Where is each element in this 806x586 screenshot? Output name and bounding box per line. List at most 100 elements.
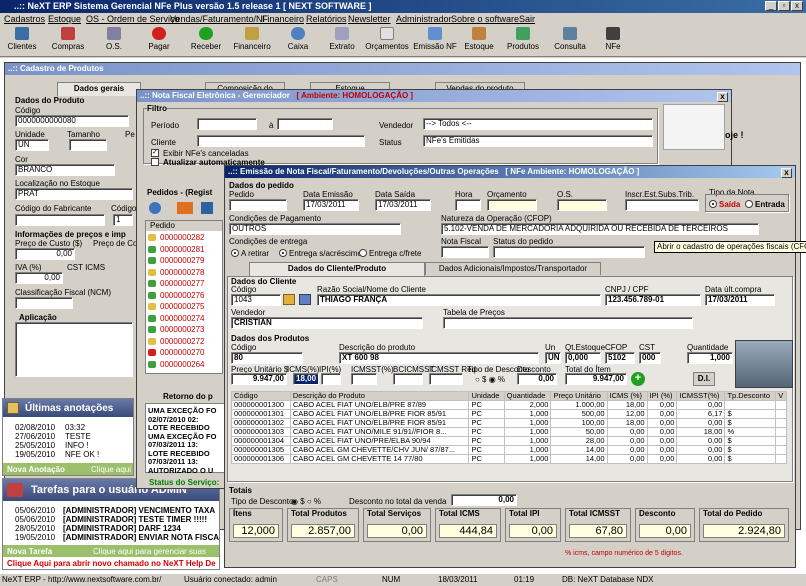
cond-pag-select[interactable]: OUTROS <box>229 223 401 235</box>
icmsst-red-input[interactable] <box>429 373 463 385</box>
menu-estoque[interactable]: Estoque <box>48 13 81 25</box>
menu-financeiro[interactable]: Financeiro <box>262 13 304 25</box>
aplicacao-text[interactable] <box>15 322 133 377</box>
entrega-radio-2[interactable] <box>359 249 367 257</box>
add-item-icon[interactable]: + <box>631 372 645 386</box>
toolbar-consulta[interactable]: Consulta <box>550 27 590 55</box>
quantidade-input[interactable]: 1,000 <box>687 352 733 364</box>
desconto-input[interactable]: 0,00 <box>517 373 557 385</box>
table-row[interactable]: 000000001301 CABO ACEL FIAT UNO/ELB/PRE F… <box>231 409 787 419</box>
un-input[interactable]: UN <box>545 352 561 364</box>
tab-cliente-produto[interactable]: Dados do Cliente/Produto <box>249 262 425 276</box>
entrega-radio-1[interactable] <box>279 249 287 257</box>
cst-input[interactable]: 000 <box>639 352 661 364</box>
icms-input[interactable]: 18,00 <box>293 373 319 385</box>
pedido-row[interactable]: 0000000273 <box>146 324 222 335</box>
toolbar-os[interactable]: O.S. <box>96 27 132 55</box>
data-saida-input[interactable]: 17/03/2011 <box>375 199 431 211</box>
help-link[interactable]: Clique Aqui para abrir novo chamado no N… <box>7 559 216 568</box>
save-icon[interactable] <box>201 202 213 214</box>
toolbar-estoque[interactable]: Estoque <box>462 27 496 55</box>
nfe-manager-close[interactable]: x <box>717 92 728 102</box>
tab-adicionais[interactable]: Dados Adicionais/Impostos/Transportador <box>425 262 601 275</box>
tab-dados-gerais[interactable]: Dados gerais <box>57 82 141 96</box>
entrega-radio-0[interactable] <box>231 249 239 257</box>
grid-col-header[interactable]: V <box>775 391 787 401</box>
cnpj-input[interactable]: 123.456.789-01 <box>605 294 701 306</box>
close-button[interactable]: x <box>791 1 803 11</box>
tabela-select[interactable] <box>443 317 693 329</box>
razao-input[interactable]: THIAGO FRANÇA <box>317 294 601 306</box>
pedido-row[interactable]: 0000000279 <box>146 255 222 266</box>
cli-codigo-input[interactable]: 1043 <box>231 294 281 306</box>
grid-col-header[interactable]: Descrição do Produto <box>289 391 470 401</box>
preco-custo-input[interactable]: 0,00 <box>15 248 75 260</box>
table-row[interactable]: 000000001304 CABO ACEL FIAT UNO/PRE/ELBA … <box>231 436 787 446</box>
cfop-input[interactable]: 5102 <box>605 352 635 364</box>
grid-col-header[interactable]: IPI (%) <box>646 391 678 401</box>
pedido-row[interactable]: 0000000282 <box>146 232 222 243</box>
data-emissao-input[interactable]: 17/03/2011 <box>303 199 359 211</box>
grid-col-header[interactable]: ICMS (%) <box>606 391 648 401</box>
chk-canceladas-box[interactable]: ✓ <box>151 149 159 157</box>
cliente-input[interactable] <box>197 135 365 147</box>
orcamento-input[interactable] <box>487 199 537 211</box>
status-pedido-input[interactable] <box>493 246 645 258</box>
toolbar-pagar[interactable]: Pagar <box>140 27 178 55</box>
grid-col-header[interactable]: Preço Unitário <box>550 391 608 401</box>
iva-input[interactable]: 0,00 <box>15 272 63 284</box>
pedido-row[interactable]: 0000000278 <box>146 267 222 278</box>
total-item-input[interactable]: 9.947,00 <box>565 373 627 385</box>
unidade-select[interactable]: UN <box>15 139 49 151</box>
menu-os[interactable]: OS - Ordem de Serviço <box>86 13 180 25</box>
ult-compra-input[interactable]: 17/03/2011 <box>705 294 775 306</box>
toolbar-emissao-nf[interactable]: Emissão NF <box>412 27 458 55</box>
maximize-button[interactable]: ▫ <box>778 1 790 11</box>
toolbar-caixa[interactable]: Caixa <box>280 27 316 55</box>
toolbar-financeiro[interactable]: Financeiro <box>232 27 272 55</box>
menu-administrador[interactable]: Administrador <box>396 13 452 25</box>
search-icon[interactable] <box>149 202 161 214</box>
qtd-input[interactable]: 1 <box>113 214 133 226</box>
menu-relatorios[interactable]: Relatórios <box>306 13 347 25</box>
descricao-input[interactable]: XT 600 98 <box>339 352 539 364</box>
toolbar-produtos[interactable]: Produtos <box>504 27 542 55</box>
preco-unit-input[interactable]: 9.947,00 <box>231 373 287 385</box>
inscr-input[interactable] <box>625 199 699 211</box>
toolbar-compras[interactable]: Compras <box>48 27 88 55</box>
grid-col-header[interactable]: Código <box>231 391 291 401</box>
periodo-end[interactable] <box>277 118 333 130</box>
toolbar-orcamentos[interactable]: Orçamentos <box>364 27 410 55</box>
folder-icon[interactable] <box>283 294 295 305</box>
table-row[interactable]: 000000001302 CABO ACEL FIAT UNO/ELB/PRE F… <box>231 418 787 428</box>
fabricante-input[interactable] <box>15 214 105 226</box>
desc-total-input[interactable]: 0,00 <box>451 494 517 506</box>
tipo-desc-options[interactable]: ○ $ ◉ % <box>475 375 505 384</box>
table-row[interactable]: 000000001303 CABO ACEL FIAT UNO/MILE 91/9… <box>231 427 787 437</box>
bc-input[interactable] <box>393 373 423 385</box>
tarefa-link[interactable]: Clique aqui para gerenciar suas <box>93 547 206 556</box>
vendedor-e-select[interactable]: CRISTIAN <box>231 317 423 329</box>
pedido-row[interactable]: 0000000274 <box>146 313 222 324</box>
qt-estoque-input[interactable]: 0,000 <box>565 352 601 364</box>
codigo-input[interactable]: 0000000000080 <box>15 115 129 127</box>
menu-sobre[interactable]: Sobre o software <box>451 13 519 25</box>
toolbar-receber[interactable]: Receber <box>186 27 226 55</box>
pedido-row[interactable]: 0000000270 <box>146 347 222 358</box>
grid-col-header[interactable]: Tp.Desconto <box>724 391 777 401</box>
tipo-desconto-options[interactable]: ◉ $ ○ % <box>291 497 321 506</box>
grid-col-header[interactable]: Quantidade <box>503 391 552 401</box>
ncm-input[interactable] <box>15 297 73 309</box>
ipi-input[interactable] <box>321 373 341 385</box>
toolbar-clientes[interactable]: Clientes <box>2 27 42 55</box>
saida-radio[interactable] <box>709 200 717 208</box>
chk-atualizar-box[interactable] <box>151 158 159 166</box>
tamanho-select[interactable] <box>69 139 107 151</box>
periodo-start[interactable] <box>197 118 257 130</box>
pedido-row[interactable]: 0000000277 <box>146 278 222 289</box>
hora-input[interactable] <box>455 199 481 211</box>
grid-col-header[interactable]: Unidade <box>468 391 505 401</box>
menu-cadastros[interactable]: Cadastros <box>4 13 45 25</box>
menu-vendas[interactable]: Vendas/Faturamento/NF <box>170 13 268 25</box>
di-button[interactable]: D.I. <box>693 372 715 386</box>
